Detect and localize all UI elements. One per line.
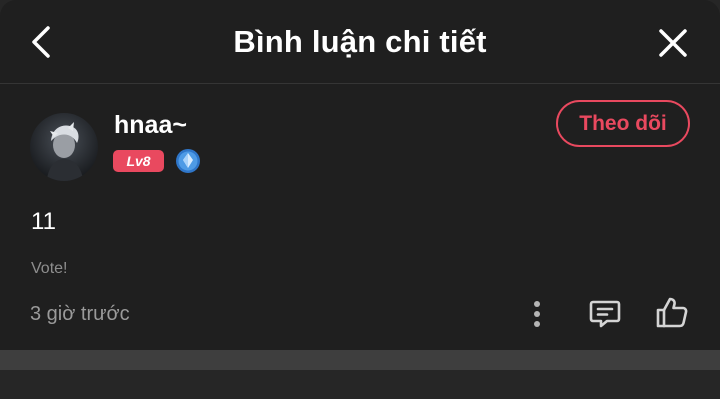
diamond-rank-icon bbox=[175, 148, 201, 174]
follow-button[interactable]: Theo dõi bbox=[556, 100, 690, 147]
more-vertical-icon bbox=[534, 301, 540, 327]
close-icon bbox=[659, 29, 687, 57]
level-badge: Lv8 bbox=[113, 150, 164, 172]
reply-button[interactable] bbox=[588, 296, 622, 330]
comment-detail-sheet: Bình luận chi tiết hnaa~ Lv8 Theo dõi 11… bbox=[0, 0, 720, 350]
page-title: Bình luận chi tiết bbox=[233, 24, 487, 59]
timestamp: 3 giờ trước bbox=[30, 303, 130, 325]
comment-text: 11 bbox=[31, 208, 56, 235]
divider-bar bbox=[0, 350, 720, 370]
comment-icon bbox=[589, 300, 621, 328]
vote-label: Vote! bbox=[31, 260, 68, 277]
thumbs-up-icon bbox=[656, 297, 688, 328]
close-button[interactable] bbox=[656, 26, 690, 60]
header: Bình luận chi tiết bbox=[0, 0, 720, 84]
more-options-button[interactable] bbox=[524, 298, 550, 330]
like-button[interactable] bbox=[654, 294, 690, 330]
avatar[interactable] bbox=[30, 113, 98, 181]
username[interactable]: hnaa~ bbox=[114, 111, 187, 140]
